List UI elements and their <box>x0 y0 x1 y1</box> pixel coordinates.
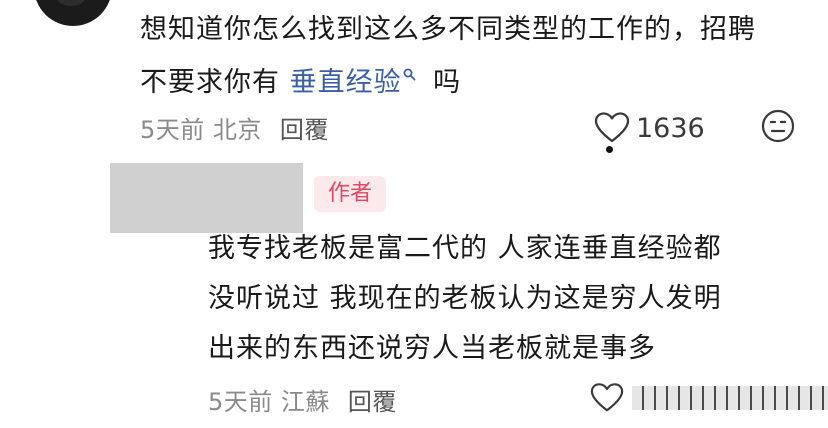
commenter-avatar[interactable] <box>34 0 112 26</box>
reply-like-icon[interactable] <box>590 382 624 416</box>
search-icon[interactable] <box>403 68 416 85</box>
comment-text-after: 吗 <box>423 67 462 98</box>
reply-actions[interactable] <box>588 380 828 416</box>
reply-text: 我专找老板是富二代的 人家连垂直经验都 没听说过 我现在的老板认为这是穷人发明 … <box>208 233 722 364</box>
like-button[interactable]: 1636 <box>594 108 705 148</box>
reply-reply-button[interactable]: 回覆 <box>348 388 397 416</box>
meh-face-icon <box>760 109 796 148</box>
keyword-link[interactable]: 垂直经验 <box>290 67 402 98</box>
comment-meta: 5天前 北京 回覆 <box>140 110 329 145</box>
author-badge: 作者 <box>314 176 386 212</box>
author-name-redacted <box>110 163 303 233</box>
dislike-button[interactable] <box>760 108 796 148</box>
comment-reply-button[interactable]: 回覆 <box>280 116 329 144</box>
reply-meta: 5天前 江蘇 回覆 <box>208 382 397 417</box>
unread-dot <box>606 146 613 153</box>
like-count: 1636 <box>636 112 705 144</box>
comment-location: 北京 <box>212 116 262 144</box>
watermark-overlay <box>632 386 828 410</box>
reply-location: 江蘇 <box>280 388 330 416</box>
reply-time: 5天前 <box>208 388 273 416</box>
heart-outline-icon <box>594 112 630 144</box>
comment-time: 5天前 <box>140 116 205 144</box>
comment-text: 想知道你怎么找到这么多不同类型的工作的，招聘不要求你有 垂直经验 吗 <box>140 6 780 107</box>
